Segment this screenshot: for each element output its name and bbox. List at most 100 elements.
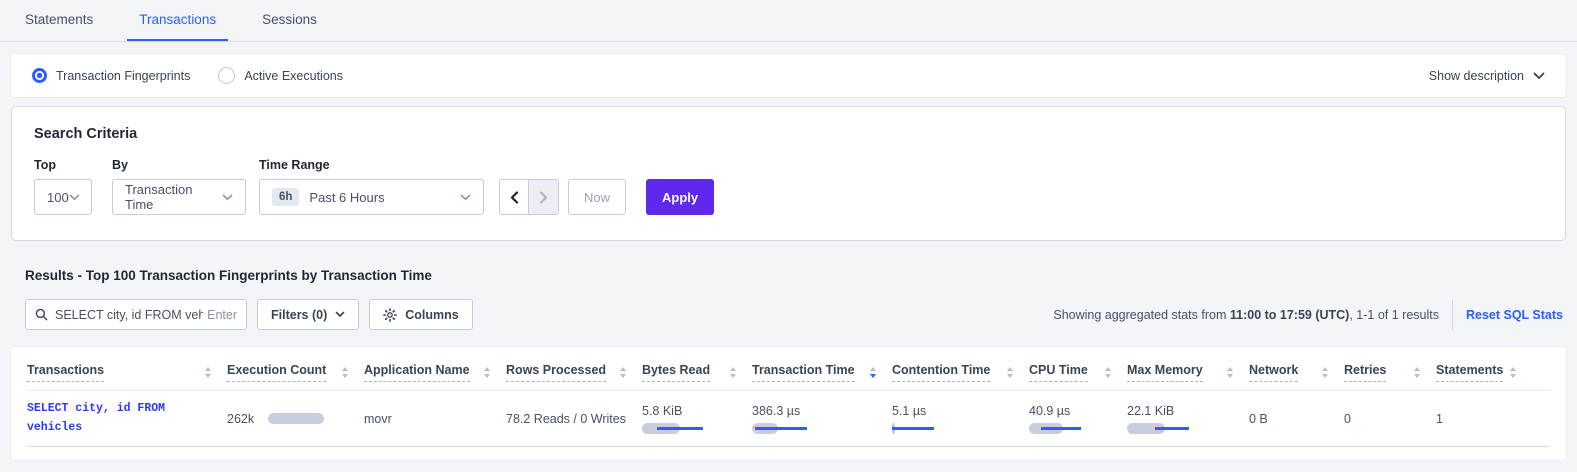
top-control: Top 100 bbox=[34, 158, 92, 215]
column-header-bytes-read[interactable]: Bytes Read bbox=[642, 363, 752, 382]
time-range-value: Past 6 Hours bbox=[309, 190, 384, 205]
cell-bytes-read: 5.8 KiB bbox=[642, 404, 752, 434]
filters-button-label: Filters (0) bbox=[271, 308, 327, 322]
cell-contention-time: 5.1 µs bbox=[892, 404, 1029, 434]
column-header-application-name[interactable]: Application Name bbox=[364, 363, 506, 382]
tab-bar: Statements Transactions Sessions bbox=[0, 0, 1577, 42]
time-range-control: Time Range 6h Past 6 Hours bbox=[259, 158, 484, 215]
radio-selected-icon bbox=[32, 68, 47, 83]
show-description-toggle[interactable]: Show description bbox=[1429, 69, 1545, 83]
top-select[interactable]: 100 bbox=[34, 179, 92, 215]
results-table: Transactions Execution Count Application… bbox=[11, 347, 1566, 460]
search-enter-hint: Enter bbox=[207, 308, 237, 322]
sort-icon[interactable] bbox=[1105, 367, 1111, 378]
gear-icon bbox=[383, 308, 397, 322]
transactions-page: Statements Transactions Sessions Transac… bbox=[0, 0, 1577, 460]
radio-label: Transaction Fingerprints bbox=[56, 69, 190, 83]
by-select[interactable]: Transaction Time bbox=[112, 179, 246, 215]
filters-button[interactable]: Filters (0) bbox=[257, 299, 359, 330]
radio-transaction-fingerprints[interactable]: Transaction Fingerprints bbox=[32, 68, 190, 83]
column-header-retries[interactable]: Retries bbox=[1344, 363, 1436, 382]
radio-unselected-icon bbox=[218, 67, 235, 84]
sort-icon[interactable] bbox=[1510, 367, 1516, 378]
chevron-left-icon bbox=[510, 191, 519, 204]
by-label: By bbox=[112, 158, 246, 172]
cell-network: 0 B bbox=[1249, 412, 1344, 426]
tab-label: Sessions bbox=[262, 12, 317, 27]
column-header-rows-processed[interactable]: Rows Processed bbox=[506, 363, 642, 382]
time-range-badge: 6h bbox=[272, 188, 299, 206]
cell-statements: 1 bbox=[1436, 412, 1532, 426]
sort-icon[interactable] bbox=[1007, 367, 1013, 378]
results-controls: Enter Filters (0) Columns bbox=[25, 299, 1563, 330]
cpu-time-bar bbox=[1029, 423, 1121, 434]
column-header-transactions[interactable]: Transactions bbox=[27, 363, 227, 382]
search-icon bbox=[35, 308, 48, 321]
tab-sessions[interactable]: Sessions bbox=[250, 0, 329, 41]
sort-icon[interactable] bbox=[1414, 367, 1420, 378]
time-prev-button[interactable] bbox=[499, 179, 529, 215]
cell-retries: 0 bbox=[1344, 412, 1436, 426]
transaction-fingerprint-link[interactable]: SELECT city, id FROM vehicles bbox=[27, 400, 199, 437]
time-next-button[interactable] bbox=[529, 179, 559, 215]
fingerprint-search-box[interactable]: Enter bbox=[25, 299, 247, 330]
show-description-label: Show description bbox=[1429, 69, 1524, 83]
stats-time-range: 11:00 to 17:59 (UTC) bbox=[1230, 308, 1349, 322]
time-nav-group bbox=[499, 179, 559, 215]
cell-transaction-time: 386.3 µs bbox=[752, 404, 892, 434]
search-input[interactable] bbox=[55, 308, 203, 322]
chevron-down-icon bbox=[335, 311, 345, 318]
chevron-right-icon bbox=[539, 191, 548, 204]
sort-icon[interactable] bbox=[1227, 367, 1233, 378]
chevron-down-icon bbox=[222, 194, 233, 201]
execution-count-bar bbox=[268, 413, 324, 424]
tab-transactions[interactable]: Transactions bbox=[127, 0, 228, 41]
columns-button-label: Columns bbox=[405, 308, 458, 322]
bytes-read-bar bbox=[642, 423, 734, 434]
column-header-cpu-time[interactable]: CPU Time bbox=[1029, 363, 1127, 382]
table-header-row: Transactions Execution Count Application… bbox=[27, 347, 1550, 390]
by-control: By Transaction Time bbox=[112, 158, 246, 215]
cell-max-memory: 22.1 KiB bbox=[1127, 404, 1249, 434]
contention-time-bar bbox=[892, 423, 984, 434]
radio-label: Active Executions bbox=[244, 69, 343, 83]
table-row: SELECT city, id FROM vehicles 262k movr … bbox=[27, 391, 1550, 446]
max-memory-bar bbox=[1127, 423, 1219, 434]
column-header-contention-time[interactable]: Contention Time bbox=[892, 363, 1029, 382]
column-header-execution-count[interactable]: Execution Count bbox=[227, 363, 364, 382]
sort-icon[interactable] bbox=[484, 367, 490, 378]
top-label: Top bbox=[34, 158, 92, 172]
sort-icon[interactable] bbox=[205, 367, 211, 378]
cell-rows-processed: 78.2 Reads / 0 Writes bbox=[506, 412, 642, 426]
search-criteria-card: Search Criteria Top 100 By Transaction T… bbox=[11, 106, 1566, 241]
chevron-down-icon bbox=[69, 194, 80, 201]
row-divider bbox=[27, 446, 1550, 447]
sort-icon[interactable] bbox=[620, 367, 626, 378]
by-select-value: Transaction Time bbox=[125, 182, 222, 212]
cell-cpu-time: 40.9 µs bbox=[1029, 404, 1127, 434]
tab-label: Statements bbox=[25, 12, 93, 27]
column-header-max-memory[interactable]: Max Memory bbox=[1127, 363, 1249, 382]
sort-desc-icon[interactable] bbox=[870, 367, 876, 378]
vertical-divider bbox=[1452, 300, 1453, 330]
top-select-value: 100 bbox=[47, 190, 69, 205]
search-criteria-title: Search Criteria bbox=[34, 126, 1543, 142]
cell-transaction: SELECT city, id FROM vehicles bbox=[27, 400, 227, 437]
column-header-transaction-time[interactable]: Transaction Time bbox=[752, 363, 892, 382]
radio-active-executions[interactable]: Active Executions bbox=[218, 67, 343, 84]
aggregated-stats-text: Showing aggregated stats from 11:00 to 1… bbox=[1053, 308, 1439, 322]
reset-sql-stats-link[interactable]: Reset SQL Stats bbox=[1466, 308, 1563, 322]
column-header-network[interactable]: Network bbox=[1249, 363, 1344, 382]
sort-icon[interactable] bbox=[1322, 367, 1328, 378]
time-range-label: Time Range bbox=[259, 158, 484, 172]
apply-button[interactable]: Apply bbox=[646, 179, 714, 215]
sort-icon[interactable] bbox=[730, 367, 736, 378]
tab-label: Transactions bbox=[139, 12, 216, 27]
sort-icon[interactable] bbox=[342, 367, 348, 378]
columns-button[interactable]: Columns bbox=[369, 299, 472, 330]
time-range-select[interactable]: 6h Past 6 Hours bbox=[259, 179, 484, 215]
chevron-down-icon bbox=[460, 194, 471, 201]
tab-statements[interactable]: Statements bbox=[13, 0, 105, 41]
column-header-statements[interactable]: Statements bbox=[1436, 363, 1532, 382]
now-button[interactable]: Now bbox=[568, 179, 626, 215]
